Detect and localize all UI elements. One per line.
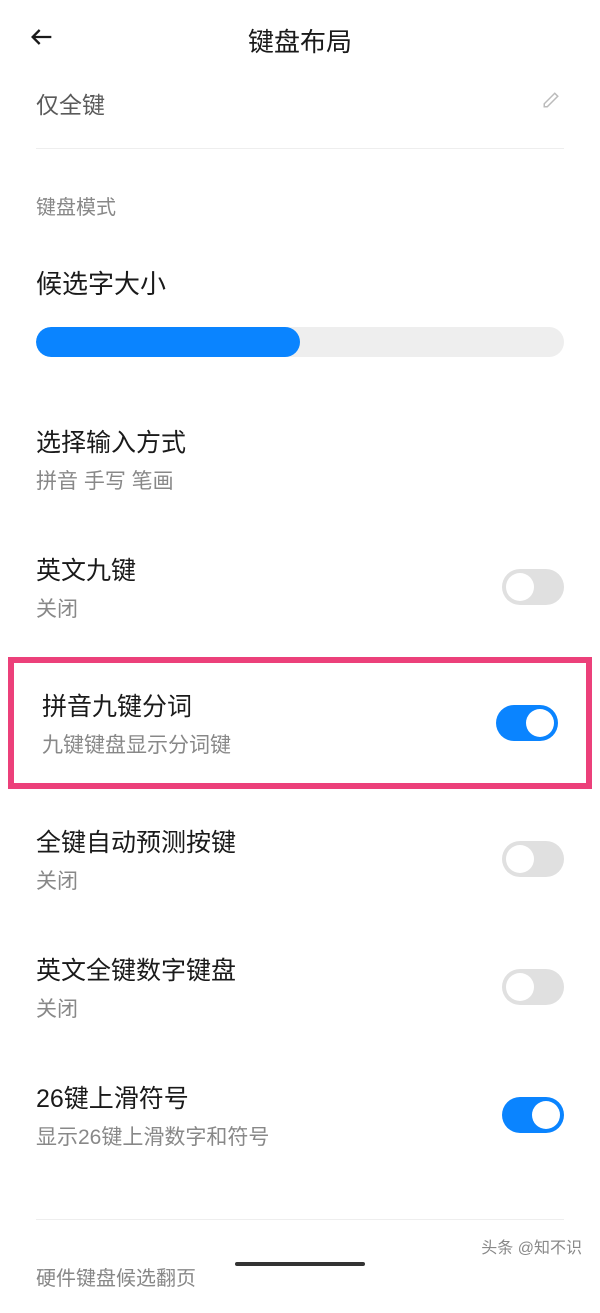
auto-predict-toggle[interactable]: [502, 841, 564, 877]
setting-title: 全键自动预测按键: [36, 823, 236, 859]
swipe-up-symbol-row[interactable]: 26键上滑符号 显示26键上滑数字和符号: [0, 1051, 600, 1179]
setting-subtitle: 关闭: [36, 993, 236, 1023]
input-method-subtitle: 拼音 手写 笔画: [36, 465, 186, 495]
setting-subtitle: 九键键盘显示分词键: [42, 729, 231, 759]
highlighted-setting: 拼音九键分词 九键键盘显示分词键: [8, 657, 592, 789]
keyboard-type-row[interactable]: 仅全键: [0, 70, 600, 148]
setting-title: 英文九键: [36, 551, 136, 587]
candidate-size-slider[interactable]: [36, 327, 564, 357]
english-nine-key-toggle[interactable]: [502, 569, 564, 605]
input-method-row[interactable]: 选择输入方式 拼音 手写 笔画: [0, 395, 600, 523]
toggle-knob: [506, 973, 534, 1001]
section-keyboard-mode: 键盘模式: [0, 149, 600, 242]
setting-subtitle: 关闭: [36, 593, 136, 623]
slider-fill: [36, 327, 300, 357]
header: 键盘布局: [0, 0, 600, 70]
pinyin-nine-key-split-row[interactable]: 拼音九键分词 九键键盘显示分词键: [42, 687, 558, 759]
pinyin-nine-key-split-toggle[interactable]: [496, 705, 558, 741]
toggle-knob: [526, 709, 554, 737]
swipe-up-symbol-toggle[interactable]: [502, 1097, 564, 1133]
home-indicator: [235, 1262, 365, 1266]
english-full-num-toggle[interactable]: [502, 969, 564, 1005]
input-method-text: 选择输入方式 拼音 手写 笔画: [36, 423, 186, 495]
input-method-title: 选择输入方式: [36, 423, 186, 459]
back-icon[interactable]: [28, 23, 56, 58]
english-full-num-row[interactable]: 英文全键数字键盘 关闭: [0, 923, 600, 1051]
setting-subtitle: 关闭: [36, 865, 236, 895]
english-nine-key-row[interactable]: 英文九键 关闭: [0, 523, 600, 651]
toggle-knob: [532, 1101, 560, 1129]
toggle-knob: [506, 573, 534, 601]
setting-subtitle: 显示26键上滑数字和符号: [36, 1121, 269, 1151]
watermark: 头条 @知不识: [481, 1234, 582, 1258]
edit-icon[interactable]: [542, 91, 560, 115]
keyboard-type-label: 仅全键: [36, 86, 105, 120]
setting-title: 拼音九键分词: [42, 687, 231, 723]
candidate-size-section: 候选字大小: [0, 242, 600, 357]
toggle-knob: [506, 845, 534, 873]
setting-title: 英文全键数字键盘: [36, 951, 236, 987]
candidate-size-title: 候选字大小: [36, 264, 564, 301]
setting-title: 26键上滑符号: [36, 1079, 269, 1115]
auto-predict-row[interactable]: 全键自动预测按键 关闭: [0, 795, 600, 923]
page-title: 键盘布局: [24, 22, 576, 59]
